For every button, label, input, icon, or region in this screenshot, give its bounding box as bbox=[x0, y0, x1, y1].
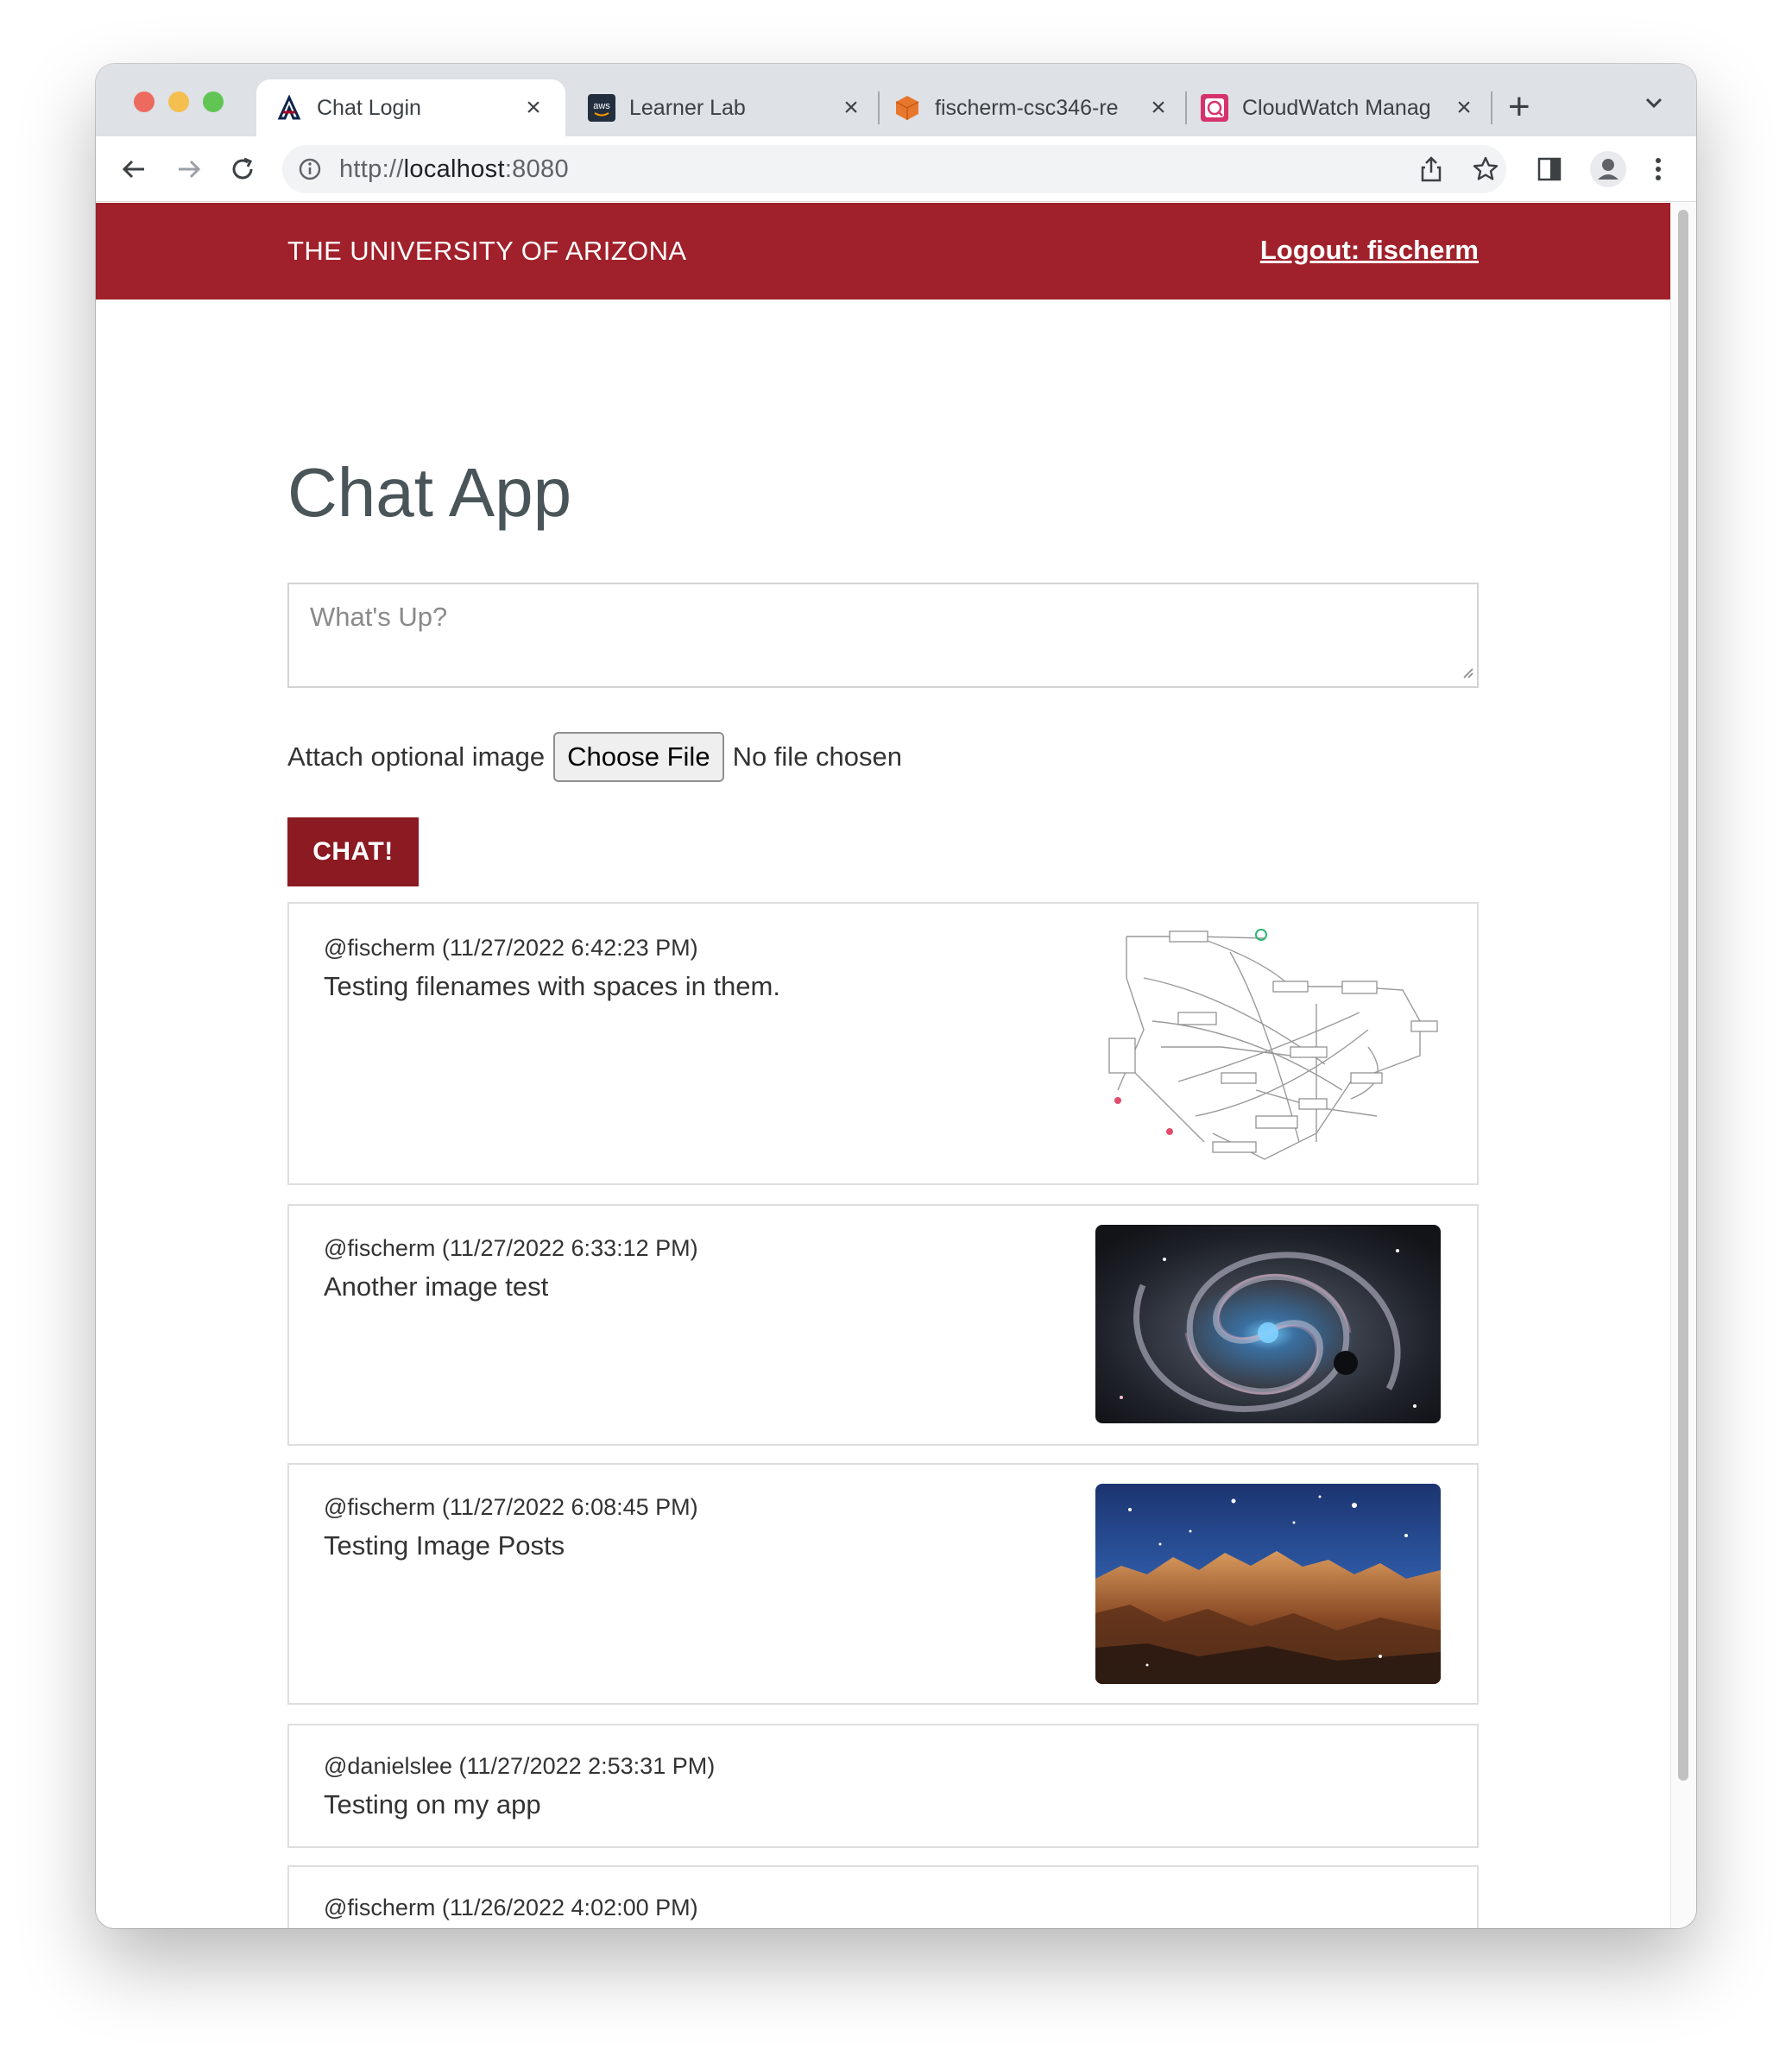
chat-post: @fischerm (11/27/2022 6:33:12 PM) Anothe… bbox=[287, 1204, 1479, 1446]
post-image-diagram[interactable] bbox=[1092, 926, 1454, 1164]
info-icon[interactable] bbox=[298, 157, 322, 186]
tab-separator bbox=[1185, 91, 1187, 124]
chevron-down-icon[interactable] bbox=[1643, 91, 1665, 118]
tab-title: Chat Login bbox=[317, 95, 421, 120]
post-meta: @fischerm (11/27/2022 6:42:23 PM) bbox=[324, 935, 698, 961]
logout-link[interactable]: Logout: fischerm bbox=[1260, 235, 1479, 266]
choose-file-button[interactable]: Choose File bbox=[553, 732, 724, 782]
svg-text:aws: aws bbox=[593, 101, 610, 111]
cube-icon bbox=[893, 94, 921, 122]
tab-separator bbox=[1491, 91, 1492, 124]
page-title: Chat App bbox=[287, 454, 572, 531]
chat-submit-button[interactable]: CHAT! bbox=[287, 817, 419, 886]
tab-title: fischerm-csc346-re bbox=[935, 95, 1119, 120]
post-meta: @fischerm (11/27/2022 6:33:12 PM) bbox=[324, 1235, 698, 1261]
message-textarea[interactable]: What's Up? bbox=[287, 583, 1479, 688]
resize-grip-icon[interactable] bbox=[1460, 665, 1473, 683]
new-tab-button[interactable]: + bbox=[1508, 86, 1530, 128]
file-status: No file chosen bbox=[732, 741, 903, 772]
tab-close-icon[interactable]: × bbox=[838, 95, 864, 121]
scrollbar-thumb[interactable] bbox=[1678, 210, 1688, 1781]
post-image-spiral-galaxy[interactable] bbox=[1095, 1225, 1441, 1423]
attach-image-row: Attach optional image Choose File No fil… bbox=[287, 731, 902, 783]
profile-avatar-icon[interactable] bbox=[1589, 150, 1627, 188]
post-text: Testing on my app bbox=[324, 1789, 541, 1819]
chat-post: @fischerm (11/26/2022 4:02:00 PM) bbox=[287, 1865, 1479, 1928]
tab-close-icon[interactable]: × bbox=[521, 95, 546, 121]
post-meta: @danielslee (11/27/2022 2:53:31 PM) bbox=[324, 1753, 716, 1779]
post-text: Testing filenames with spaces in them. bbox=[324, 971, 780, 1001]
reload-icon[interactable] bbox=[225, 152, 260, 186]
aws-icon: aws bbox=[588, 94, 615, 122]
university-of-arizona-icon bbox=[275, 94, 303, 122]
address-bar[interactable]: http://localhost:8080 bbox=[282, 145, 1506, 193]
tab-close-icon[interactable]: × bbox=[1451, 95, 1477, 121]
bookmark-star-icon[interactable] bbox=[1472, 155, 1499, 187]
university-header: THE UNIVERSITY OF ARIZONA Logout: fische… bbox=[96, 203, 1670, 300]
attach-label: Attach optional image bbox=[287, 741, 546, 772]
tab-separator bbox=[878, 91, 880, 124]
close-window-button[interactable] bbox=[134, 91, 155, 112]
zoom-window-button[interactable] bbox=[203, 91, 224, 112]
tab-learner-lab[interactable]: aws Learner Lab × bbox=[576, 79, 876, 136]
tab-cloudwatch[interactable]: CloudWatch Manag × bbox=[1189, 79, 1489, 136]
side-panel-icon[interactable] bbox=[1532, 152, 1567, 186]
tab-title: CloudWatch Manag bbox=[1242, 95, 1431, 120]
post-image-nebula[interactable] bbox=[1095, 1484, 1441, 1684]
post-meta: @fischerm (11/26/2022 4:02:00 PM) bbox=[324, 1895, 698, 1920]
share-icon[interactable] bbox=[1418, 155, 1444, 187]
page-scrollbar[interactable] bbox=[1670, 203, 1696, 1928]
tab-close-icon[interactable]: × bbox=[1145, 95, 1171, 121]
post-text: Testing Image Posts bbox=[324, 1530, 565, 1561]
tab-fischerm-csc346[interactable]: fischerm-csc346-re × bbox=[881, 79, 1183, 136]
tab-title: Learner Lab bbox=[629, 95, 746, 120]
forward-arrow-icon[interactable] bbox=[172, 152, 206, 186]
post-text: Another image test bbox=[324, 1271, 549, 1302]
browser-toolbar: http://localhost:8080 bbox=[96, 136, 1696, 202]
tab-chat-login[interactable]: Chat Login × bbox=[256, 79, 565, 136]
browser-window: Chat Login × aws Learner Lab × fischerm-… bbox=[96, 64, 1696, 1928]
university-title: THE UNIVERSITY OF ARIZONA bbox=[287, 236, 687, 266]
message-placeholder: What's Up? bbox=[310, 602, 448, 632]
page-viewport: THE UNIVERSITY OF ARIZONA Logout: fische… bbox=[96, 203, 1696, 1928]
minimize-window-button[interactable] bbox=[168, 91, 189, 112]
url-text: http://localhost:8080 bbox=[339, 155, 569, 183]
back-arrow-icon[interactable] bbox=[117, 152, 151, 186]
chat-post: @danielslee (11/27/2022 2:53:31 PM) Test… bbox=[287, 1724, 1479, 1848]
chat-post: @fischerm (11/27/2022 6:42:23 PM) Testin… bbox=[287, 902, 1479, 1185]
chat-post: @fischerm (11/27/2022 6:08:45 PM) Testin… bbox=[287, 1463, 1479, 1705]
tab-strip: Chat Login × aws Learner Lab × fischerm-… bbox=[96, 64, 1696, 136]
post-meta: @fischerm (11/27/2022 6:08:45 PM) bbox=[324, 1494, 698, 1520]
cloudwatch-icon bbox=[1201, 94, 1228, 122]
kebab-menu-icon[interactable] bbox=[1641, 152, 1675, 186]
